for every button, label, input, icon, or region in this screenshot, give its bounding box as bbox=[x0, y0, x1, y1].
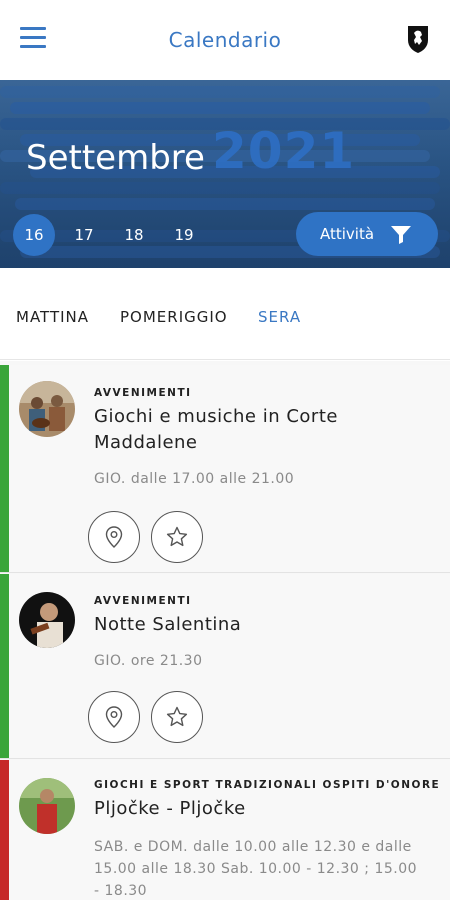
favorite-button[interactable] bbox=[151, 691, 203, 743]
day-chip-19[interactable]: 19 bbox=[163, 214, 205, 256]
event-thumbnail bbox=[19, 778, 75, 834]
event-category: AVVENIMENTI bbox=[94, 595, 192, 607]
map-pin-icon bbox=[105, 526, 123, 548]
event-card[interactable]: AVVENIMENTI Notte Salentina GIO. ore 21.… bbox=[0, 574, 450, 759]
map-pin-icon bbox=[105, 706, 123, 728]
funnel-filter-icon bbox=[391, 226, 411, 244]
page-title: Calendario bbox=[168, 28, 282, 52]
event-title: Pljočke - Pljočke bbox=[94, 798, 246, 819]
day-chip-18[interactable]: 18 bbox=[113, 214, 155, 256]
favorite-button[interactable] bbox=[151, 511, 203, 563]
event-card[interactable]: AVVENIMENTI Giochi e musiche in Corte Ma… bbox=[0, 365, 450, 573]
month-hero-banner: 2021 Settembre 16 17 18 19 Attività bbox=[0, 80, 450, 268]
event-thumbnail bbox=[19, 592, 75, 648]
tab-pomeriggio[interactable]: POMERIGGIO bbox=[120, 308, 228, 326]
tab-sera[interactable]: SERA bbox=[258, 308, 301, 326]
event-card[interactable]: GIOCHI E SPORT TRADIZIONALI OSPITI D'ONO… bbox=[0, 760, 450, 900]
star-icon bbox=[166, 706, 188, 727]
day-chip-17[interactable]: 17 bbox=[63, 214, 105, 256]
year-label: 2021 bbox=[212, 122, 356, 180]
day-chip-16[interactable]: 16 bbox=[13, 214, 55, 256]
event-list: AVVENIMENTI Giochi e musiche in Corte Ma… bbox=[0, 361, 450, 900]
category-color-bar bbox=[0, 760, 9, 900]
tab-mattina[interactable]: MATTINA bbox=[16, 308, 89, 326]
app-header: Calendario bbox=[0, 0, 450, 80]
town-crest-icon bbox=[408, 26, 428, 53]
category-color-bar bbox=[0, 574, 9, 758]
event-title: Giochi e musiche in Corte Maddalene bbox=[94, 406, 338, 453]
map-location-button[interactable] bbox=[88, 691, 140, 743]
activity-filter-button[interactable]: Attività bbox=[296, 212, 438, 256]
month-label: Settembre bbox=[26, 138, 205, 178]
event-time: GIO. ore 21.30 bbox=[94, 653, 203, 669]
map-location-button[interactable] bbox=[88, 511, 140, 563]
category-color-bar bbox=[0, 365, 9, 572]
event-thumbnail bbox=[19, 381, 75, 437]
event-time: GIO. dalle 17.00 alle 21.00 bbox=[94, 471, 295, 487]
activity-filter-label: Attività bbox=[320, 225, 375, 243]
time-of-day-tabs: MATTINA POMERIGGIO SERA bbox=[0, 268, 450, 360]
event-title: Notte Salentina bbox=[94, 614, 242, 635]
event-category: GIOCHI E SPORT TRADIZIONALI OSPITI D'ONO… bbox=[94, 779, 441, 791]
event-category: AVVENIMENTI bbox=[94, 387, 192, 399]
event-time: SAB. e DOM. dalle 10.00 alle 12.30 e dal… bbox=[94, 839, 418, 899]
star-icon bbox=[166, 526, 188, 547]
